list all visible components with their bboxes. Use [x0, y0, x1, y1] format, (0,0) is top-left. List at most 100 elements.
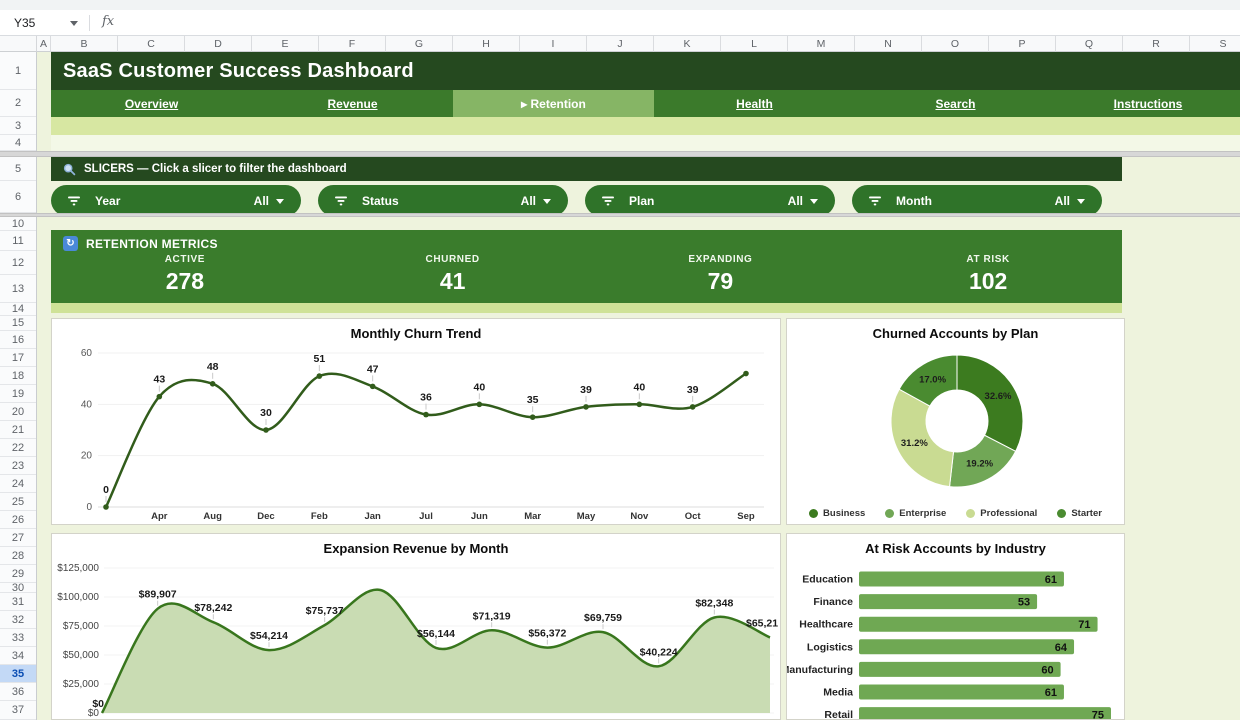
- row-header-16[interactable]: 16: [0, 331, 36, 349]
- column-headers: ABCDEFGHIJKLMNOPQRS: [37, 36, 1240, 52]
- column-header-D[interactable]: D: [185, 36, 252, 52]
- slicer-plan[interactable]: PlanAll: [585, 185, 835, 216]
- column-header-I[interactable]: I: [520, 36, 587, 52]
- row-header-12[interactable]: 12: [0, 251, 36, 275]
- row-header-17[interactable]: 17: [0, 349, 36, 367]
- column-header-G[interactable]: G: [386, 36, 453, 52]
- column-header-S[interactable]: S: [1190, 36, 1240, 52]
- svg-text:19.2%: 19.2%: [966, 458, 993, 469]
- row-header-18[interactable]: 18: [0, 367, 36, 385]
- row-header-11[interactable]: 11: [0, 231, 36, 251]
- svg-text:17.0%: 17.0%: [919, 375, 946, 386]
- row-header-10[interactable]: 10: [0, 217, 36, 231]
- column-header-B[interactable]: B: [51, 36, 118, 52]
- slicer-label: Plan: [629, 194, 654, 208]
- row-header-30[interactable]: 30: [0, 583, 36, 593]
- metric-label: EXPANDING: [688, 254, 752, 265]
- svg-text:20: 20: [81, 451, 93, 462]
- column-header-H[interactable]: H: [453, 36, 520, 52]
- svg-text:39: 39: [580, 384, 592, 396]
- metric-churned: CHURNED41: [319, 254, 587, 303]
- tab-overview[interactable]: Overview: [51, 90, 252, 117]
- row-header-4[interactable]: 4: [0, 135, 36, 151]
- divider: [89, 15, 90, 31]
- row-header-3[interactable]: 3: [0, 117, 36, 135]
- svg-text:Jun: Jun: [471, 511, 488, 522]
- row-header-21[interactable]: 21: [0, 421, 36, 439]
- row-header-5[interactable]: 5: [0, 157, 36, 181]
- row-header-32[interactable]: 32: [0, 611, 36, 629]
- column-header-Q[interactable]: Q: [1056, 36, 1123, 52]
- chart-monthly-churn-trend[interactable]: Monthly Churn Trend 0204060043Apr48Aug30…: [51, 318, 781, 525]
- row-header-23[interactable]: 23: [0, 457, 36, 475]
- chart-at-risk-accounts-by-industry[interactable]: At Risk Accounts by Industry Education61…: [786, 533, 1125, 720]
- legend-item-starter: Starter: [1057, 508, 1102, 519]
- slicer-month[interactable]: MonthAll: [852, 185, 1102, 216]
- column-header-F[interactable]: F: [319, 36, 386, 52]
- chart-churned-accounts-by-plan[interactable]: Churned Accounts by Plan 32.6%19.2%31.2%…: [786, 318, 1125, 525]
- tab-search[interactable]: Search: [855, 90, 1056, 117]
- row-header-27[interactable]: 27: [0, 529, 36, 547]
- select-all-corner[interactable]: [0, 36, 37, 52]
- svg-text:32.6%: 32.6%: [985, 391, 1012, 402]
- svg-text:Manufacturing: Manufacturing: [787, 664, 853, 676]
- svg-text:$125,000: $125,000: [57, 563, 99, 574]
- svg-text:Logistics: Logistics: [807, 641, 853, 653]
- row-header-14[interactable]: 14: [0, 303, 36, 316]
- chevron-down-icon[interactable]: [70, 21, 78, 26]
- chart-expansion-revenue-by-month[interactable]: Expansion Revenue by Month $125,000$100,…: [51, 533, 781, 720]
- svg-text:60: 60: [81, 348, 93, 359]
- column-header-L[interactable]: L: [721, 36, 788, 52]
- row-header-31[interactable]: 31: [0, 593, 36, 611]
- metric-label: ACTIVE: [165, 254, 205, 265]
- column-header-E[interactable]: E: [252, 36, 319, 52]
- row-header-26[interactable]: 26: [0, 511, 36, 529]
- column-header-R[interactable]: R: [1123, 36, 1190, 52]
- svg-text:71: 71: [1078, 619, 1090, 631]
- row-header-20[interactable]: 20: [0, 403, 36, 421]
- column-header-J[interactable]: J: [587, 36, 654, 52]
- accent-band: [51, 117, 1240, 135]
- slicer-value: All: [521, 194, 536, 208]
- row-header-34[interactable]: 34: [0, 647, 36, 665]
- column-header-A[interactable]: A: [37, 36, 51, 52]
- column-header-N[interactable]: N: [855, 36, 922, 52]
- svg-text:61: 61: [1045, 574, 1057, 586]
- row-header-29[interactable]: 29: [0, 565, 36, 583]
- chevron-down-icon: [543, 199, 551, 204]
- row-header-1[interactable]: 1: [0, 52, 36, 90]
- name-box[interactable]: Y35: [0, 10, 64, 36]
- row-header-33[interactable]: 33: [0, 629, 36, 647]
- slicer-year[interactable]: YearAll: [51, 185, 301, 216]
- tab-revenue[interactable]: Revenue: [252, 90, 453, 117]
- row-header-28[interactable]: 28: [0, 547, 36, 565]
- row-header-36[interactable]: 36: [0, 683, 36, 701]
- row-header-19[interactable]: 19: [0, 385, 36, 403]
- row-header-22[interactable]: 22: [0, 439, 36, 457]
- column-header-K[interactable]: K: [654, 36, 721, 52]
- row-header-35[interactable]: 35: [0, 665, 36, 683]
- metric-value: 41: [440, 268, 466, 295]
- column-header-M[interactable]: M: [788, 36, 855, 52]
- metric-at-risk: AT RISK102: [854, 254, 1122, 303]
- fx-icon: fx: [102, 14, 114, 29]
- column-header-P[interactable]: P: [989, 36, 1056, 52]
- svg-text:43: 43: [153, 374, 165, 386]
- tab-retention[interactable]: ▸ Retention: [453, 90, 654, 117]
- svg-text:Oct: Oct: [685, 511, 702, 522]
- row-header-24[interactable]: 24: [0, 475, 36, 493]
- svg-text:Apr: Apr: [151, 511, 168, 522]
- chart-canvas: $125,000$100,000$75,000$50,000$25,000$0$…: [52, 534, 780, 720]
- slicer-status[interactable]: StatusAll: [318, 185, 568, 216]
- row-header-2[interactable]: 2: [0, 90, 36, 117]
- column-header-C[interactable]: C: [118, 36, 185, 52]
- svg-text:Sep: Sep: [737, 511, 755, 522]
- row-header-37[interactable]: 37: [0, 701, 36, 720]
- row-header-15[interactable]: 15: [0, 316, 36, 331]
- row-header-25[interactable]: 25: [0, 493, 36, 511]
- legend-item-business: Business: [809, 508, 865, 519]
- tab-instructions[interactable]: Instructions: [1056, 90, 1240, 117]
- column-header-O[interactable]: O: [922, 36, 989, 52]
- tab-health[interactable]: Health: [654, 90, 855, 117]
- row-header-13[interactable]: 13: [0, 275, 36, 303]
